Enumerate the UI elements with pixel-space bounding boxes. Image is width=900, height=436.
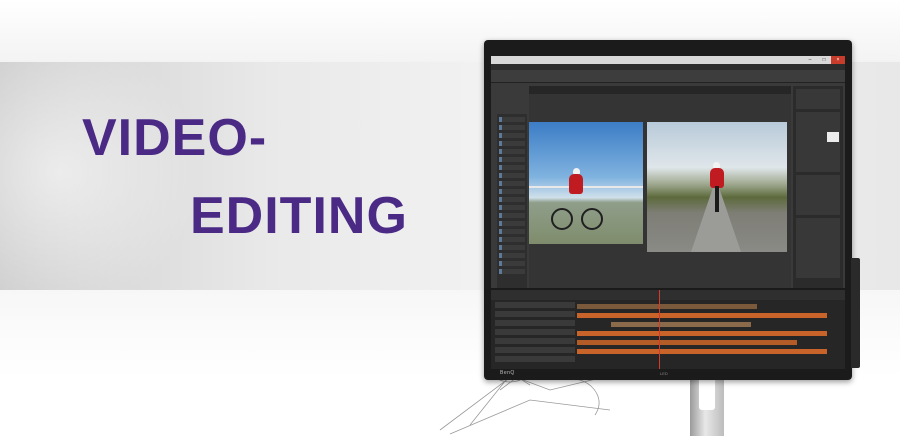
bridge-railing <box>529 186 643 194</box>
project-item[interactable] <box>499 205 525 210</box>
timeline-track[interactable] <box>577 304 757 309</box>
source-view-cyclist[interactable] <box>529 122 643 244</box>
project-item[interactable] <box>499 157 525 162</box>
headline-line-1: VIDEO- <box>82 109 268 167</box>
project-item[interactable] <box>499 237 525 242</box>
project-item[interactable] <box>499 197 525 202</box>
monitor-screen: – □ × <box>491 56 845 369</box>
timeline-track[interactable] <box>577 340 797 345</box>
info-panel <box>796 89 840 109</box>
bike-wheel <box>551 208 573 230</box>
layer-row[interactable] <box>495 347 575 353</box>
project-item[interactable] <box>499 165 525 170</box>
project-item[interactable] <box>499 253 525 258</box>
cyclist-helmet <box>713 162 720 168</box>
window-title-bar: – □ × <box>491 56 845 64</box>
preview-thumbnail <box>827 132 839 142</box>
cyclist-helmet <box>573 168 580 174</box>
minimize-icon[interactable]: – <box>803 56 817 64</box>
project-item[interactable] <box>499 261 525 266</box>
tools-panel <box>796 175 840 215</box>
monitor-side-controls[interactable] <box>851 258 860 368</box>
cyclist-figure <box>710 168 724 188</box>
project-item[interactable] <box>499 189 525 194</box>
bike-wheel <box>581 208 603 230</box>
composition-tabs <box>529 86 791 94</box>
layer-row[interactable] <box>495 338 575 344</box>
project-item[interactable] <box>499 245 525 250</box>
timeline-ruler <box>491 290 845 300</box>
project-item[interactable] <box>499 229 525 234</box>
layer-row[interactable] <box>495 302 575 308</box>
preview-panel <box>796 218 840 278</box>
project-item[interactable] <box>499 149 525 154</box>
timeline-track[interactable] <box>611 322 751 327</box>
bezel-logo: LED <box>660 371 668 376</box>
maximize-icon[interactable]: □ <box>817 56 831 64</box>
project-item[interactable] <box>499 269 525 274</box>
monitor: – □ × BenQ LED <box>484 40 852 380</box>
layer-row[interactable] <box>495 356 575 362</box>
timeline-panel <box>491 288 845 369</box>
project-item[interactable] <box>499 117 525 122</box>
project-item[interactable] <box>499 173 525 178</box>
timeline-playhead[interactable] <box>659 290 660 369</box>
project-item[interactable] <box>499 141 525 146</box>
project-item[interactable] <box>499 221 525 226</box>
layer-row[interactable] <box>495 320 575 326</box>
tools-toolbar <box>491 70 845 83</box>
output-view-cyclist[interactable] <box>647 122 787 252</box>
project-item[interactable] <box>499 133 525 138</box>
cyclist-figure <box>569 174 583 194</box>
timeline-track[interactable] <box>577 349 827 354</box>
layer-row[interactable] <box>495 311 575 317</box>
layer-row[interactable] <box>495 329 575 335</box>
monitor-brand-logo: BenQ <box>500 370 515 376</box>
window-controls: – □ × <box>803 56 845 64</box>
headline-line-2: EDITING <box>190 187 408 245</box>
effects-controls-panel <box>796 112 840 172</box>
layer-list <box>495 302 575 368</box>
project-item[interactable] <box>499 213 525 218</box>
timeline-track[interactable] <box>577 331 827 336</box>
project-item[interactable] <box>499 181 525 186</box>
bike-frame <box>715 186 719 212</box>
timeline-track[interactable] <box>577 313 827 318</box>
close-icon[interactable]: × <box>831 56 845 64</box>
project-item[interactable] <box>499 125 525 130</box>
